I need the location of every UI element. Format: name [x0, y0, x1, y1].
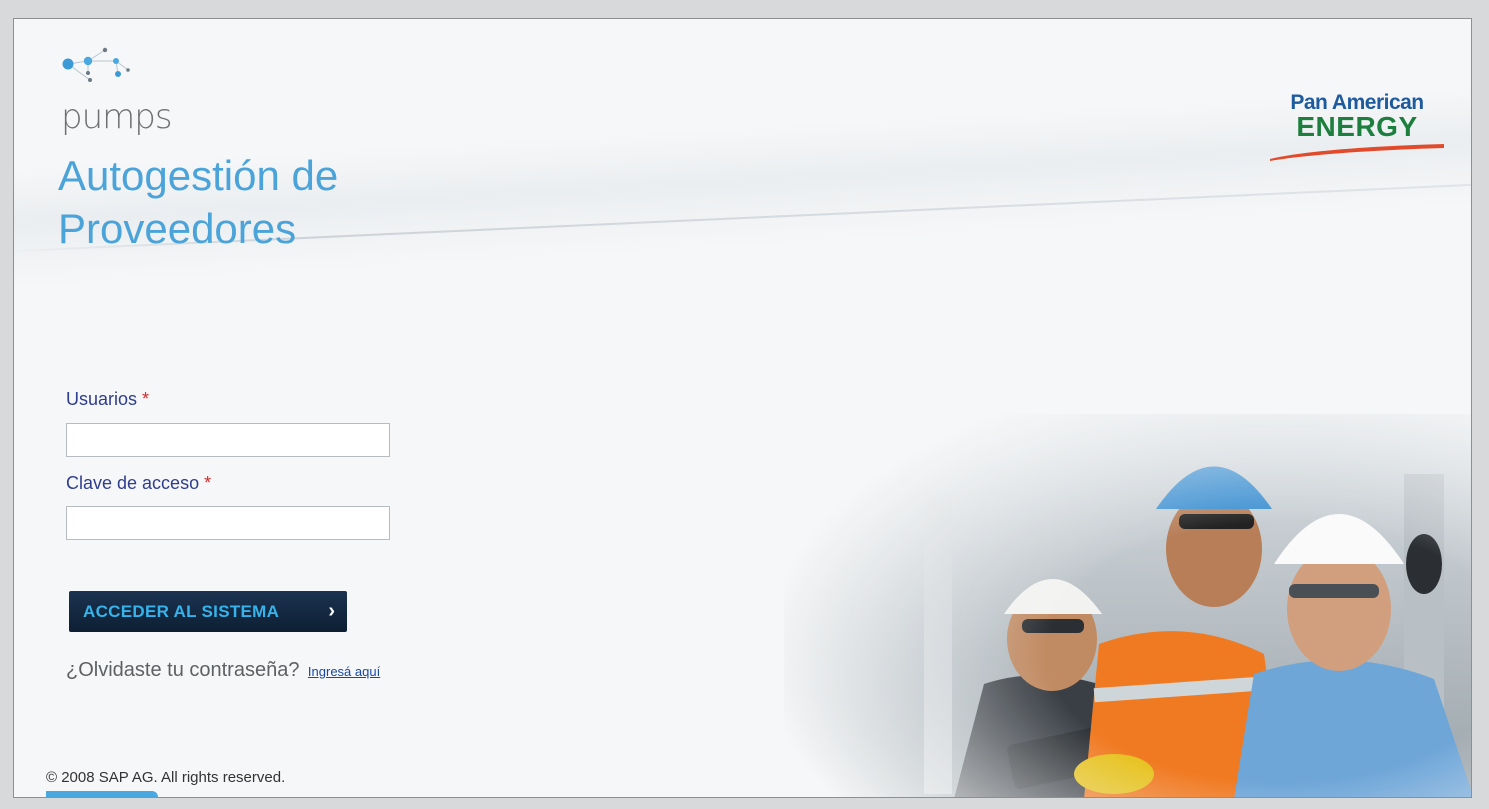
required-mark: * [204, 473, 212, 493]
password-label: Clave de acceso * [66, 473, 211, 494]
forgot-password-row: ¿Olvidaste tu contraseña? Ingresá aquí [66, 659, 380, 682]
pumps-wordmark: pumps [61, 97, 173, 137]
login-page: pumps Autogestión de Proveedores Pan Ame… [13, 18, 1472, 798]
page-title: Autogestión de Proveedores [58, 149, 458, 255]
partner-swoosh-icon [1270, 144, 1444, 161]
login-submit-label: ACCEDER AL SISTEMA [83, 601, 280, 621]
username-label: Usuarios * [66, 389, 149, 410]
forgot-password-link[interactable]: Ingresá aquí [308, 664, 380, 679]
chevron-right-icon: › [328, 600, 335, 622]
pumps-dots-icon [58, 47, 148, 97]
page-title-line1: Autogestión de [58, 152, 339, 199]
password-input[interactable] [66, 506, 390, 540]
password-label-text: Clave de acceso [66, 473, 200, 493]
partner-name-line2: ENERGY [1296, 111, 1418, 142]
page-title-line2: Proveedores [58, 205, 297, 252]
pan-american-energy-logo: Pan American ENERGY [1262, 91, 1452, 161]
footer-accent-bar [46, 791, 158, 797]
username-input[interactable] [66, 423, 390, 457]
username-label-text: Usuarios [66, 389, 138, 409]
required-mark: * [142, 389, 150, 409]
workers-photo [784, 414, 1471, 797]
login-submit-button[interactable]: ACCEDER AL SISTEMA › [69, 591, 347, 632]
forgot-password-question: ¿Olvidaste tu contraseña? [66, 659, 300, 681]
copyright-text: © 2008 SAP AG. All rights reserved. [46, 769, 286, 786]
